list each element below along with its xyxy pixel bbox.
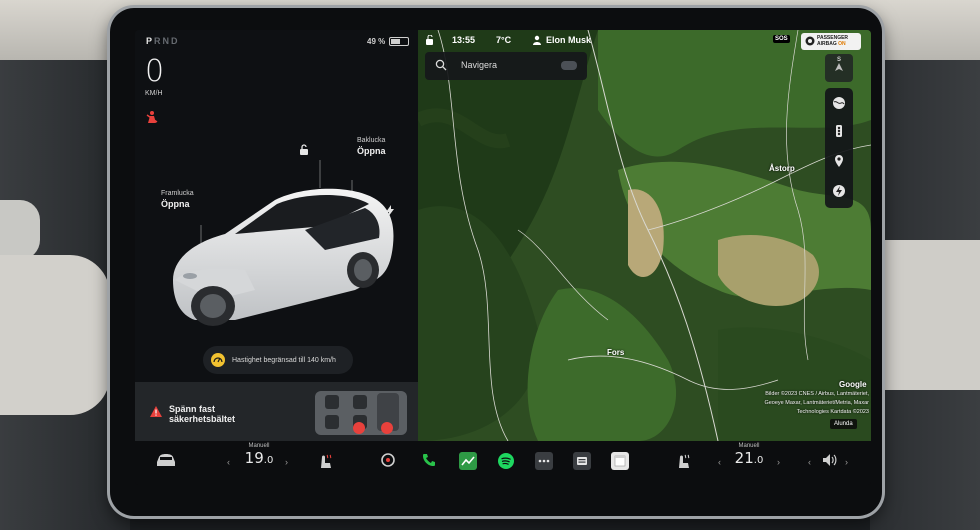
airbag-text: PASSENGER AIRBAG ON bbox=[817, 35, 848, 47]
bottom-dock: ‹ Manuell 19.0 › ‹ Manuell 21.0 › ‹ › bbox=[135, 441, 871, 485]
charging-stations-icon[interactable] bbox=[832, 184, 846, 198]
gear-r: R bbox=[154, 36, 163, 46]
passenger-seat-heater-icon[interactable] bbox=[675, 452, 693, 470]
unlock-status-icon[interactable] bbox=[425, 35, 435, 45]
car-shortcut-icon[interactable] bbox=[561, 61, 577, 70]
speed-readout: 0 bbox=[145, 54, 165, 89]
driver-temperature[interactable]: Manuell 19.0 bbox=[241, 443, 277, 467]
spotify-icon[interactable] bbox=[497, 452, 515, 470]
energy-app-icon[interactable] bbox=[459, 452, 477, 470]
map-place-chip[interactable]: Alunda bbox=[830, 419, 857, 429]
warning-icon bbox=[150, 406, 162, 417]
attribution-line-1: Bilder ©2023 CNES / Airbus, Lantmäteriet… bbox=[765, 391, 869, 397]
phone-icon[interactable] bbox=[421, 452, 437, 468]
passenger-temperature[interactable]: Manuell 21.0 bbox=[731, 443, 767, 467]
battery-percent: 49 % bbox=[367, 37, 386, 46]
car-icon[interactable] bbox=[155, 452, 177, 468]
attribution-line-2: Geoeye Maxar, Lantmäteriet/Metria, Maxar bbox=[764, 400, 869, 406]
passenger-temp-value: 21 bbox=[734, 449, 754, 467]
compass-button[interactable]: S bbox=[825, 54, 853, 82]
speed-limit-notice[interactable]: Hastighet begränsad till 140 km/h bbox=[203, 346, 353, 374]
alert-line-2: säkerhetsbältet bbox=[169, 414, 236, 424]
outside-temperature: 7°C bbox=[496, 35, 512, 45]
driver-profile-name[interactable]: Elon Musk bbox=[546, 35, 591, 45]
steering-wheel-heater-icon[interactable] bbox=[380, 452, 396, 468]
volume-icon[interactable] bbox=[821, 452, 839, 468]
driver-temp-down-icon[interactable]: ‹ bbox=[227, 457, 230, 467]
seat-occupancy-diagram bbox=[315, 391, 407, 435]
seatbelt-warning-icon bbox=[146, 111, 158, 123]
passenger-temp-up-icon[interactable]: › bbox=[777, 457, 780, 467]
map-place-astorp: Åstorp bbox=[769, 164, 795, 173]
gear-indicator: PRND bbox=[146, 36, 180, 46]
satellite-globe-icon[interactable] bbox=[832, 96, 846, 110]
seatbelt-alert[interactable]: Spänn fast säkerhetsbältet bbox=[135, 382, 418, 441]
location-pin-icon[interactable] bbox=[832, 154, 846, 168]
more-apps-icon[interactable] bbox=[535, 452, 553, 470]
passenger-temp-down-icon[interactable]: ‹ bbox=[718, 457, 721, 467]
background-right bbox=[870, 60, 980, 530]
gear-p: P bbox=[146, 36, 155, 46]
compass-arrow-icon bbox=[835, 63, 843, 71]
map-attribution: Bilder ©2023 CNES / Airbus, Lantmäteriet… bbox=[745, 390, 869, 417]
speed-unit: KM/H bbox=[145, 90, 163, 97]
battery-icon bbox=[389, 37, 410, 46]
passenger-airbag-indicator: PASSENGER AIRBAG ON bbox=[801, 33, 861, 50]
search-placeholder: Navigera bbox=[461, 60, 498, 70]
profile-icon[interactable] bbox=[532, 35, 542, 45]
touchscreen: PRND 49 % 0 KM/H Framlucka Öppna Bakluck… bbox=[135, 30, 871, 485]
passenger-temp-decimal: .0 bbox=[753, 455, 764, 466]
seat-heater-icon[interactable] bbox=[317, 452, 335, 470]
battery-status: 49 % bbox=[367, 37, 410, 46]
navigation-search[interactable]: Navigera bbox=[425, 52, 587, 80]
compass-label: S bbox=[836, 57, 841, 63]
airbag-state: ON bbox=[838, 41, 846, 47]
search-icon bbox=[435, 59, 447, 71]
airbag-line-2: AIRBAG bbox=[817, 41, 837, 47]
gear-d: D bbox=[171, 36, 180, 46]
driver-temp-decimal: .0 bbox=[263, 455, 274, 466]
vehicle-3d-image bbox=[173, 160, 394, 326]
seatbelt-alert-text: Spänn fast säkerhetsbältet bbox=[169, 404, 264, 424]
airbag-icon bbox=[805, 36, 815, 46]
vehicle-panel: PRND 49 % 0 KM/H Framlucka Öppna Bakluck… bbox=[135, 30, 418, 441]
map-place-fors: Fors bbox=[607, 348, 625, 357]
gear-n: N bbox=[162, 36, 172, 46]
dashcam-app-icon[interactable] bbox=[573, 452, 591, 470]
sos-button[interactable]: SOS bbox=[773, 35, 790, 43]
speedometer-warning-icon bbox=[211, 353, 225, 367]
speed-limit-text: Hastighet begränsad till 140 km/h bbox=[232, 356, 336, 364]
attribution-line-3: Technologies Kartdata ©2023 bbox=[796, 409, 869, 415]
volume-down-icon[interactable]: ‹ bbox=[808, 457, 811, 467]
alert-line-1: Spänn fast bbox=[169, 404, 216, 414]
clock: 13:55 bbox=[452, 35, 476, 45]
map-controls bbox=[825, 88, 853, 208]
volume-up-icon[interactable]: › bbox=[845, 457, 848, 467]
traffic-light-icon[interactable] bbox=[832, 124, 846, 138]
satellite-map[interactable] bbox=[418, 30, 871, 441]
driver-temp-value: 19 bbox=[244, 449, 264, 467]
calendar-app-icon[interactable] bbox=[611, 452, 629, 470]
driver-temp-up-icon[interactable]: › bbox=[285, 457, 288, 467]
google-logo: Google bbox=[839, 380, 867, 389]
